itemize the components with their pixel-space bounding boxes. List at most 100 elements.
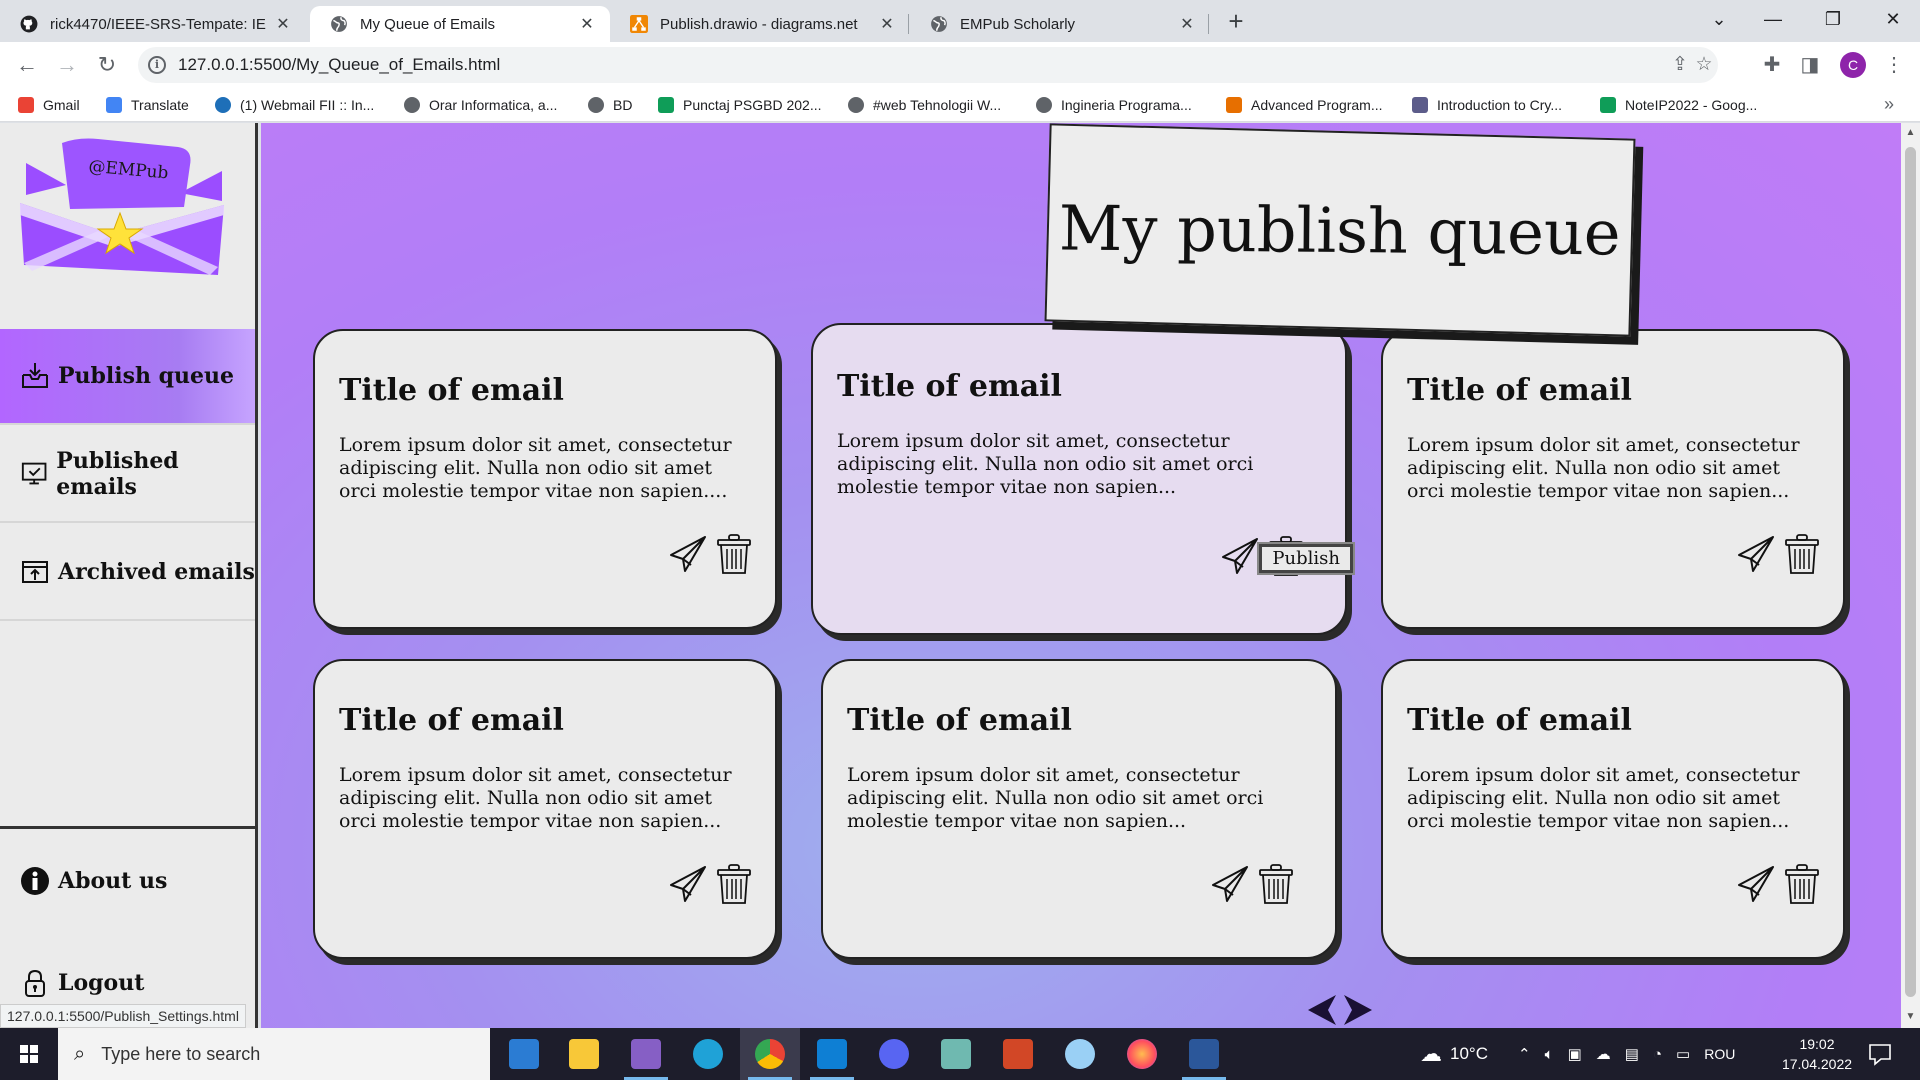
publish-paper-plane-icon[interactable] [1221,535,1259,577]
bookmark-noteip[interactable]: NoteIP2022 - Goog... [1600,94,1757,116]
windows-start-icon[interactable] [0,1028,58,1080]
publish-paper-plane-icon[interactable] [1211,863,1249,905]
display-icon[interactable]: ▤ [1625,1045,1639,1063]
window-close-button[interactable]: ✕ [1866,6,1920,34]
delete-trash-icon[interactable] [1783,863,1821,905]
tab-empub-scholarly[interactable]: EMPub Scholarly ✕ [910,6,1210,42]
tab-github[interactable]: rick4470/IEEE-SRS-Tempate: IEEE ✕ [0,6,306,42]
previous-page-arrow-icon[interactable] [1306,993,1338,1027]
bookmark-punctaj[interactable]: Punctaj PSGBD 202... [658,94,822,116]
battery-icon[interactable]: ▭ [1676,1045,1690,1063]
delete-trash-icon[interactable] [715,863,753,905]
close-icon[interactable]: ✕ [1178,14,1196,34]
delete-trash-icon[interactable] [1783,533,1821,575]
back-button[interactable]: ← [12,50,42,80]
sidebar-item-publish-queue[interactable]: Publish queue [0,329,255,425]
weather-widget[interactable]: ☁ 10°C [1420,1028,1488,1080]
forward-button[interactable]: → [52,50,82,80]
sidebar-item-archived-emails[interactable]: Archived emails [0,525,255,621]
tab-drawio[interactable]: Publish.drawio - diagrams.net ✕ [610,6,910,42]
profile-avatar[interactable]: C [1840,52,1866,78]
scrollbar-thumb[interactable] [1905,147,1916,997]
taskbar-powerpoint[interactable] [988,1028,1048,1080]
email-card[interactable]: Title of email Lorem ipsum dolor sit ame… [313,659,777,959]
meet-now-icon[interactable]: ▣ [1568,1045,1582,1063]
tab-title: rick4470/IEEE-SRS-Tempate: IEEE [50,15,266,33]
bookmark-translate[interactable]: Translate [106,94,189,116]
minimize-button[interactable]: — [1746,6,1800,34]
taskbar-edge[interactable] [678,1028,738,1080]
publish-paper-plane-icon[interactable] [669,863,707,905]
reload-button[interactable]: ↻ [92,50,122,80]
taskbar-vscode[interactable] [802,1028,862,1080]
bookmark-star-icon[interactable]: ☆ [1692,53,1716,77]
taskbar-discord[interactable] [864,1028,924,1080]
extensions-icon[interactable]: ✚ [1758,51,1786,79]
taskbar-search-input[interactable]: ⌕ Type here to search [58,1028,490,1080]
more-bookmarks-icon[interactable]: » [1884,94,1894,115]
taskbar-chrome[interactable] [740,1028,800,1080]
publish-tooltip: Publish [1257,542,1355,575]
close-icon[interactable]: ✕ [878,14,896,34]
side-panel-icon[interactable]: ◨ [1796,51,1824,79]
sidebar-item-published-emails[interactable]: Published emails [0,427,255,523]
bookmark-webmail[interactable]: (1) Webmail FII :: In... [215,94,374,116]
translate-icon [106,97,122,113]
page-scrollbar[interactable]: ▲ ▼ [1901,123,1920,1028]
notes-icon [941,1039,971,1069]
taskbar-word[interactable] [1174,1028,1234,1080]
close-icon[interactable]: ✕ [578,14,596,34]
address-bar[interactable]: i 127.0.0.1:5500/My_Queue_of_Emails.html… [138,47,1718,83]
bookmark-cryptography[interactable]: Introduction to Cry... [1412,94,1562,116]
bookmark-orar[interactable]: Orar Informatica, a... [404,94,557,116]
taskbar-clock[interactable]: 19:02 17.04.2022 [1774,1034,1860,1074]
sidebar-item-about-us[interactable]: About us [0,833,255,929]
publish-paper-plane-icon[interactable] [1737,533,1775,575]
taskbar-file-explorer[interactable] [554,1028,614,1080]
taskbar-firefox[interactable] [1112,1028,1172,1080]
bookmark-gmail[interactable]: Gmail [18,94,80,116]
menu-kebab-icon[interactable]: ⋮ [1880,51,1908,79]
empub-logo[interactable]: @EMPub [18,135,230,285]
bookmark-bd[interactable]: BD [588,94,632,116]
taskbar-notes[interactable] [926,1028,986,1080]
next-page-arrow-icon[interactable] [1342,993,1374,1027]
volume-icon[interactable]: 🔈︎ [1545,1046,1554,1063]
show-hidden-icons-icon[interactable]: ⌃ [1518,1045,1531,1063]
email-preview: Lorem ipsum dolor sit amet, consectetur … [837,430,1254,498]
wifi-icon[interactable]: ◔ [1653,1046,1662,1063]
site-info-icon[interactable]: i [148,56,166,74]
notification-center-icon[interactable] [1866,1040,1894,1068]
language-indicator[interactable]: ROU [1704,1046,1735,1062]
email-card[interactable]: Title of email Lorem ipsum dolor sit ame… [313,329,777,629]
scroll-up-arrow-icon[interactable]: ▲ [1905,127,1916,138]
share-icon[interactable]: ⇪ [1668,53,1692,77]
email-title: Title of email [339,703,564,738]
scroll-down-arrow-icon[interactable]: ▼ [1905,1011,1916,1022]
delete-trash-icon[interactable] [715,533,753,575]
email-card[interactable]: Title of email Lorem ipsum dolor sit ame… [1381,659,1845,959]
publish-paper-plane-icon[interactable] [1737,863,1775,905]
restore-button[interactable]: ❐ [1806,6,1860,34]
onedrive-icon[interactable]: ☁ [1596,1045,1611,1063]
main-content: My publish queue Title of email Lorem ip… [261,123,1901,1028]
new-tab-button[interactable]: + [1222,8,1250,36]
taskbar-mail[interactable] [494,1028,554,1080]
bookmarks-bar: Gmail Translate (1) Webmail FII :: In...… [0,88,1920,122]
tab-search-chevron-icon[interactable]: ⌄ [1692,6,1746,34]
bookmark-web-tehnologii[interactable]: #web Tehnologii W... [848,94,1001,116]
bookmark-advanced-program[interactable]: Advanced Program... [1226,94,1383,116]
email-card[interactable]: Title of email Lorem ipsum dolor sit ame… [821,659,1337,959]
taskbar-paint[interactable] [1050,1028,1110,1080]
java-icon [1226,97,1242,113]
url-text[interactable]: 127.0.0.1:5500/My_Queue_of_Emails.html [178,55,500,75]
bookmark-label: Orar Informatica, a... [429,97,558,113]
delete-trash-icon[interactable] [1257,863,1295,905]
bookmark-ingineria[interactable]: Ingineria Programa... [1036,94,1192,116]
email-card[interactable]: Title of email Lorem ipsum dolor sit ame… [1381,329,1845,629]
close-icon[interactable]: ✕ [274,14,292,34]
email-card[interactable]: Title of email Lorem ipsum dolor sit ame… [811,323,1355,635]
publish-paper-plane-icon[interactable] [669,533,707,575]
taskbar-visual-studio[interactable] [616,1028,676,1080]
tab-my-queue[interactable]: My Queue of Emails ✕ [310,6,610,42]
